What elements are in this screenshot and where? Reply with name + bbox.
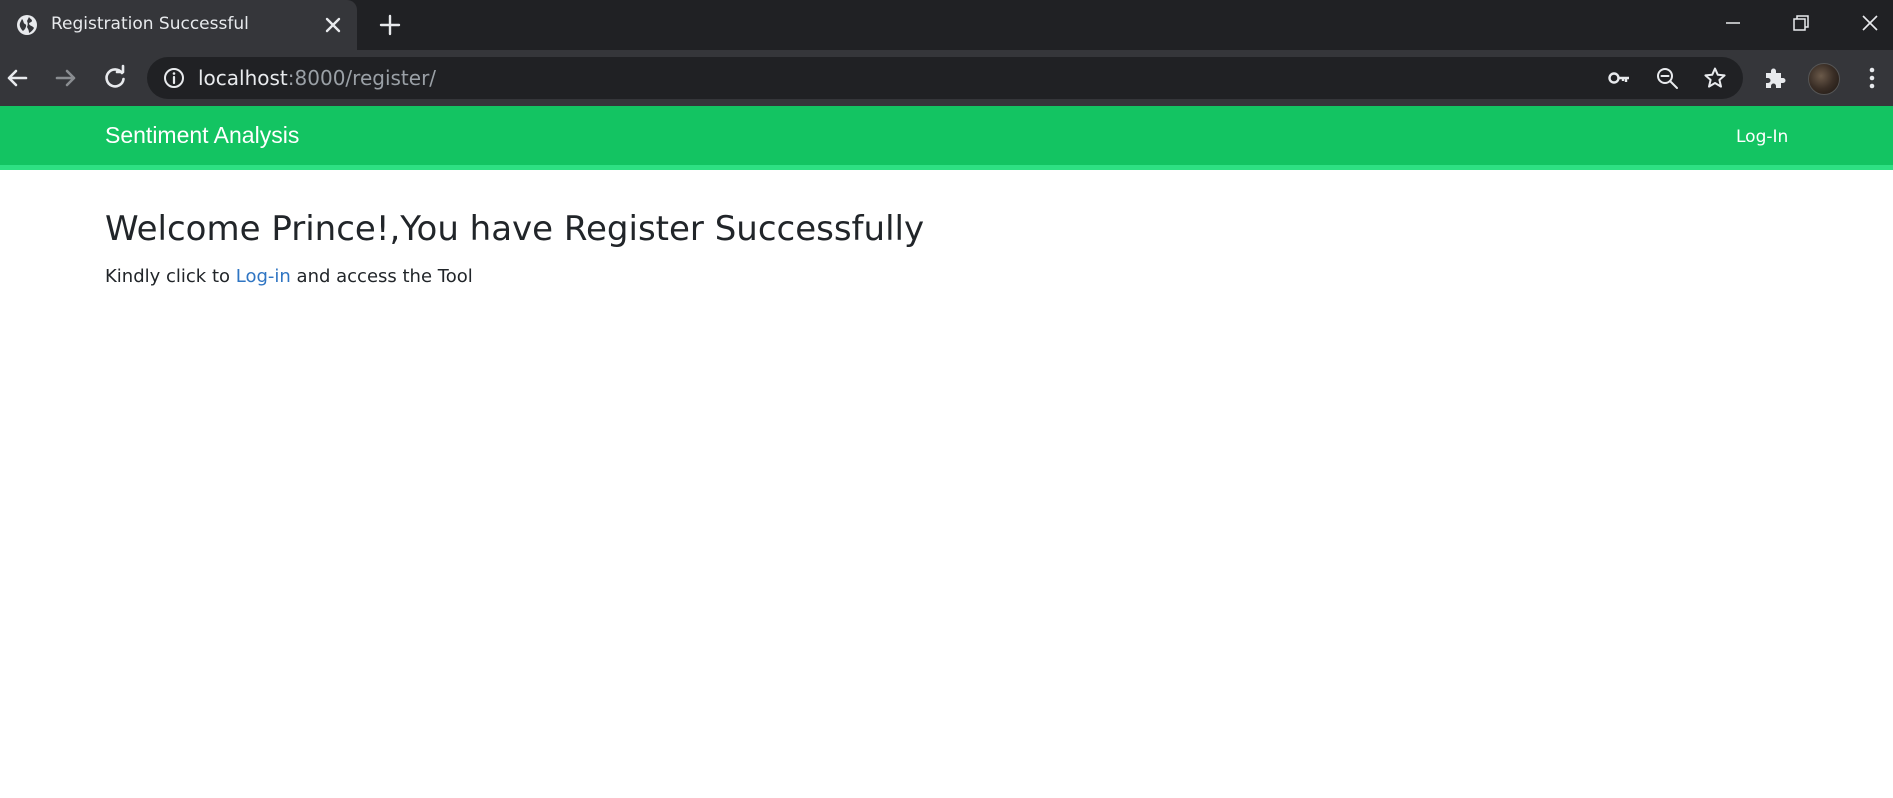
puzzle-icon[interactable] bbox=[1762, 65, 1788, 91]
tab-title: Registration Successful bbox=[51, 14, 249, 34]
close-icon[interactable] bbox=[324, 16, 342, 34]
url-path: :8000/register/ bbox=[287, 66, 437, 90]
brand-link[interactable]: Sentiment Analysis bbox=[105, 122, 299, 149]
prompt-prefix: Kindly click to bbox=[105, 266, 236, 287]
key-icon[interactable] bbox=[1607, 66, 1631, 90]
arrow-left-icon[interactable] bbox=[2, 63, 32, 93]
window-close-icon[interactable] bbox=[1857, 10, 1883, 36]
tab-strip: Registration Successful bbox=[0, 0, 1893, 50]
minimize-icon[interactable] bbox=[1720, 10, 1746, 36]
plus-icon[interactable] bbox=[379, 14, 401, 36]
url-host: localhost bbox=[198, 66, 288, 90]
login-link[interactable]: Log-in bbox=[236, 266, 291, 287]
globe-icon bbox=[17, 15, 37, 35]
star-icon[interactable] bbox=[1703, 66, 1727, 90]
reload-icon[interactable] bbox=[100, 63, 130, 93]
page-title: Welcome Prince!,You have Register Succes… bbox=[105, 209, 925, 249]
site-navbar: Sentiment Analysis Log-In bbox=[0, 106, 1893, 170]
restore-icon[interactable] bbox=[1788, 10, 1814, 36]
info-icon[interactable] bbox=[163, 67, 185, 89]
kebab-menu-icon[interactable] bbox=[1860, 64, 1884, 92]
avatar[interactable] bbox=[1808, 63, 1840, 95]
main-content: Welcome Prince!,You have Register Succes… bbox=[105, 208, 1805, 287]
url-text: localhost:8000/register/ bbox=[198, 66, 436, 90]
arrow-right-icon[interactable] bbox=[51, 63, 81, 93]
browser-tab[interactable]: Registration Successful bbox=[0, 0, 357, 50]
login-prompt: Kindly click to Log-in and access the To… bbox=[105, 266, 1805, 287]
nav-login-link[interactable]: Log-In bbox=[1736, 127, 1788, 147]
prompt-suffix: and access the Tool bbox=[290, 266, 473, 287]
browser-toolbar: localhost:8000/register/ bbox=[0, 50, 1893, 106]
address-bar[interactable]: localhost:8000/register/ bbox=[147, 57, 1743, 99]
zoom-out-icon[interactable] bbox=[1655, 66, 1679, 90]
